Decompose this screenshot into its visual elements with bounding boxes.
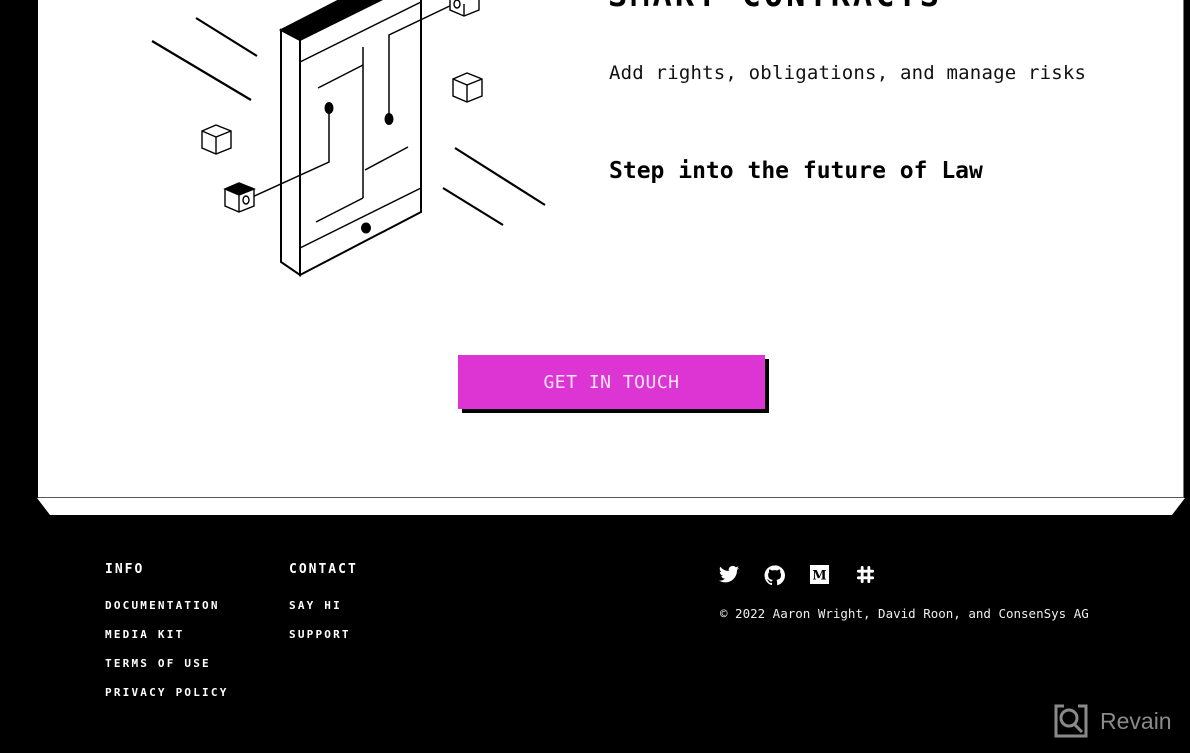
revain-label: Revain [1100, 707, 1172, 734]
revain-logo-icon [1054, 704, 1088, 738]
footer-contact-title: CONTACT [289, 562, 358, 577]
footer-contact-column: CONTACT SAY HI SUPPORT [289, 562, 358, 657]
twitter-icon[interactable] [718, 565, 764, 587]
hero-card: SMART CONTRACTS Add rights, obligations,… [38, 0, 1184, 498]
get-in-touch-button[interactable]: GET IN TOUCH [458, 355, 765, 409]
svg-text:M: M [812, 569, 826, 584]
tablet-illustration [151, 0, 546, 277]
section-subtitle: Add rights, obligations, and manage risk… [609, 62, 1087, 84]
medium-icon[interactable]: M [810, 565, 856, 587]
footer-info-title: INFO [105, 562, 145, 577]
tagline: Step into the future of Law [609, 158, 983, 184]
footer-link-privacy-policy[interactable]: PRIVACY POLICY [105, 686, 229, 699]
footer-link-documentation[interactable]: DOCUMENTATION [105, 599, 229, 612]
revain-watermark: Revain [1054, 704, 1172, 738]
slack-icon[interactable] [856, 565, 902, 587]
footer-link-support[interactable]: SUPPORT [289, 628, 358, 641]
footer-link-terms-of-use[interactable]: TERMS OF USE [105, 657, 229, 670]
social-links: M [718, 565, 902, 587]
section-heading: SMART CONTRACTS [608, 0, 942, 14]
footer-link-media-kit[interactable]: MEDIA KIT [105, 628, 229, 641]
cta-container: GET IN TOUCH [458, 355, 770, 413]
footer-link-say-hi[interactable]: SAY HI [289, 599, 358, 612]
copyright-text: © 2022 Aaron Wright, David Roon, and Con… [720, 606, 1089, 621]
github-icon[interactable] [764, 565, 810, 587]
card-ledge [37, 498, 1185, 515]
footer-info-column: INFO DOCUMENTATION MEDIA KIT TERMS OF US… [105, 562, 229, 715]
